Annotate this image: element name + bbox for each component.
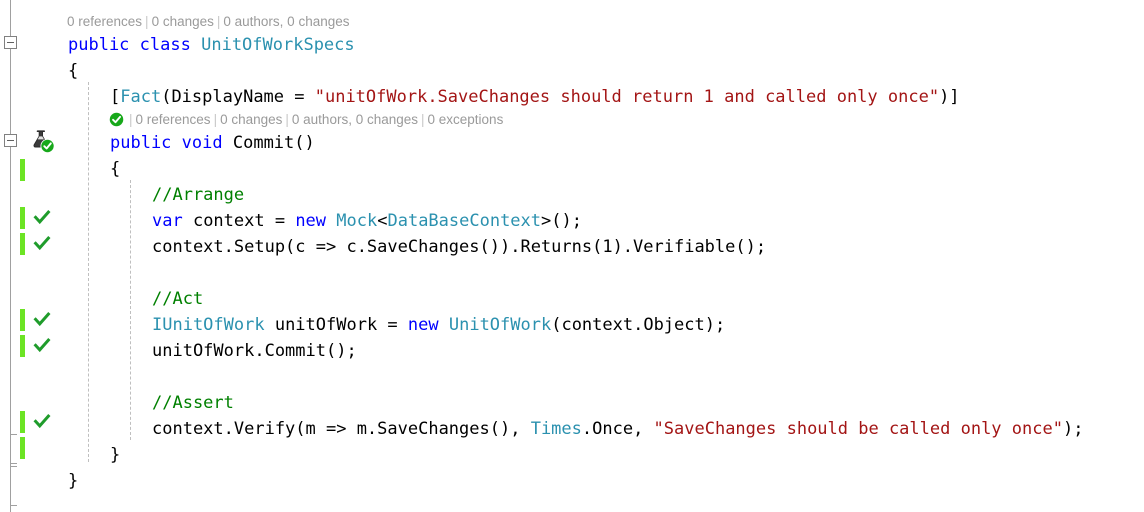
code-token-kw: new <box>295 211 327 231</box>
code-line[interactable]: context.Setup(c => c.SaveChanges()).Retu… <box>0 234 766 260</box>
code-token-plain: )] <box>939 87 960 107</box>
code-line[interactable]: { <box>0 58 78 84</box>
code-token-kw: class <box>139 35 191 55</box>
code-token-plain: unitOfWork.Commit(); <box>152 341 357 361</box>
code-token-plain: Commit() <box>222 133 315 153</box>
code-line[interactable]: public class UnitOfWorkSpecs <box>0 32 355 58</box>
codelens-item[interactable]: 0 changes <box>152 14 214 29</box>
code-token-plain: (DisplayName = <box>161 87 315 107</box>
codelens-item[interactable]: 0 references <box>67 14 142 29</box>
codelens-item[interactable]: 0 authors, 0 changes <box>223 14 349 29</box>
code-token-str: "SaveChanges should be called only once" <box>653 419 1063 439</box>
codelens-separator: | <box>129 112 133 127</box>
codelens-item[interactable]: 0 authors, 0 changes <box>292 112 418 127</box>
codelens-separator: | <box>213 112 218 127</box>
code-line[interactable]: { <box>0 156 120 182</box>
code-token-type: DataBaseContext <box>387 211 542 231</box>
code-token-type: Fact <box>120 87 162 107</box>
code-line[interactable]: //Arrange <box>0 182 244 208</box>
code-editor-surface[interactable]: 0 references | 0 changes | 0 authors, 0 chan… <box>0 0 1144 512</box>
code-token-plain: context.Setup(c => c.SaveChanges()).Retu… <box>152 237 767 257</box>
code-token-plain: context.Verify(m => m.SaveChanges(), <box>152 419 531 439</box>
code-token-type: Mock <box>336 211 378 231</box>
code-line[interactable]: var context = new Mock<DataBaseContext>(… <box>0 208 582 234</box>
code-token-punct: { <box>110 159 121 179</box>
code-token-punct: [ <box>110 87 121 107</box>
code-token-plain: .Once, <box>581 419 654 439</box>
code-line[interactable]: //Assert <box>0 390 234 416</box>
code-token-punct: { <box>68 61 79 81</box>
code-token-cmt: //Act <box>152 289 204 309</box>
codelens-item[interactable]: 0 exceptions <box>428 112 504 127</box>
code-token-plain: (context.Object); <box>551 315 726 335</box>
code-line[interactable]: IUnitOfWork unitOfWork = new UnitOfWork(… <box>0 312 725 338</box>
code-line[interactable]: } <box>0 468 78 494</box>
code-line[interactable] <box>0 364 152 390</box>
code-token-plain: context = <box>182 211 296 231</box>
code-token-type: UnitOfWork <box>448 315 552 335</box>
codelens-class-codelens[interactable]: 0 references | 0 changes | 0 authors, 0 chan… <box>67 12 349 32</box>
code-line[interactable]: //Act <box>0 286 203 312</box>
codelens-item[interactable]: 0 changes <box>220 112 282 127</box>
codelens-test-passed-icon[interactable] <box>109 112 124 127</box>
code-token-plain: >(); <box>541 211 582 231</box>
code-token-str: "unitOfWork.SaveChanges should return 1 … <box>314 87 940 107</box>
code-token-type: Times <box>530 419 582 439</box>
code-token-cmt: //Assert <box>152 393 234 413</box>
code-token-plain: < <box>377 211 388 231</box>
code-token-plain: unitOfWork = <box>264 315 408 335</box>
codelens-separator: | <box>216 14 221 29</box>
code-token-punct: } <box>68 471 79 491</box>
code-line[interactable]: [Fact(DisplayName = "unitOfWork.SaveChan… <box>0 84 960 110</box>
code-token-cmt: //Arrange <box>152 185 245 205</box>
code-token-plain: ); <box>1062 419 1084 439</box>
codelens-separator: | <box>145 14 149 29</box>
code-text-layer[interactable]: 0 references | 0 changes | 0 authors, 0 chan… <box>0 0 1144 512</box>
code-line[interactable]: context.Verify(m => m.SaveChanges(), Tim… <box>0 416 1083 442</box>
code-line[interactable] <box>0 260 152 286</box>
code-line[interactable]: unitOfWork.Commit(); <box>0 338 357 364</box>
code-token-kw: new <box>407 315 439 335</box>
code-token-kw: void <box>181 133 223 153</box>
code-token-kw: var <box>152 211 183 231</box>
codelens-separator: | <box>285 112 289 127</box>
codelens-item[interactable]: 0 references <box>136 112 211 127</box>
codelens-separator: | <box>421 112 425 127</box>
code-token-kw: public <box>68 35 130 55</box>
code-token-punct: } <box>110 445 121 465</box>
code-line[interactable]: public void Commit() <box>0 130 315 156</box>
code-token-kw: public <box>110 133 172 153</box>
code-token-type: UnitOfWorkSpecs <box>201 35 355 55</box>
code-token-type: IUnitOfWork <box>152 315 265 335</box>
codelens-method-codelens[interactable]: | 0 references | 0 changes | 0 authors, 0 cha… <box>109 110 503 130</box>
code-line[interactable]: } <box>0 442 120 468</box>
